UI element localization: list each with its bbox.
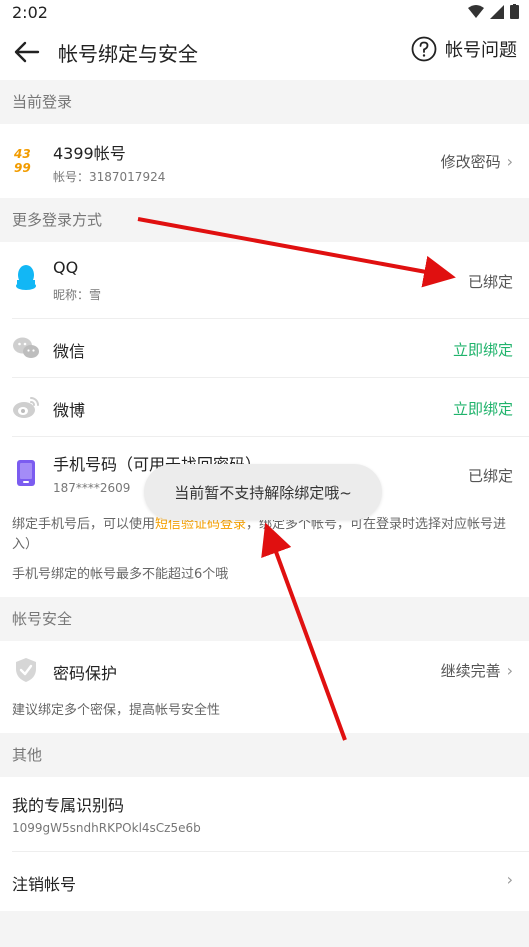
change-password-button[interactable]: 修改密码 › bbox=[441, 151, 513, 172]
login-method-qq[interactable]: QQ 昵称：雪 已绑定 bbox=[0, 242, 529, 318]
phone-number: 187****2609 bbox=[53, 481, 131, 495]
id-code-label: 我的专属识别码 bbox=[12, 796, 125, 815]
phone-icon bbox=[12, 459, 40, 487]
phone-limit-note: 手机号绑定的帐号最多不能超过6个哦 bbox=[12, 567, 229, 582]
continue-improve-button[interactable]: 继续完善 › bbox=[441, 660, 513, 681]
weibo-bind-button[interactable]: 立即绑定 bbox=[453, 398, 513, 419]
id-code-row[interactable]: 我的专属识别码 1099gW5sndhRKPOkl4sCz5e6b bbox=[0, 777, 529, 851]
qq-name: QQ bbox=[53, 258, 79, 277]
status-time: 2:02 bbox=[12, 3, 48, 22]
svg-text:99: 99 bbox=[14, 161, 31, 174]
password-protect-name: 密码保护 bbox=[53, 664, 118, 683]
password-protect-row[interactable]: 密码保护 继续完善 › bbox=[0, 641, 529, 699]
wifi-icon bbox=[468, 4, 484, 18]
weibo-name: 微博 bbox=[53, 401, 86, 420]
qq-icon bbox=[12, 264, 40, 292]
security-note: 建议绑定多个密保，提高帐号安全性 bbox=[12, 703, 221, 718]
section-current-login: 当前登录 bbox=[0, 80, 529, 124]
wechat-icon bbox=[12, 334, 40, 362]
weibo-icon bbox=[12, 393, 40, 421]
app-bar: 帐号绑定与安全 帐号问题 bbox=[0, 24, 529, 80]
status-icons bbox=[468, 4, 519, 19]
status-bar: 2:02 bbox=[0, 0, 529, 24]
note-prefix: 绑定手机号后，可以使用 bbox=[12, 517, 156, 532]
wechat-bind-button[interactable]: 立即绑定 bbox=[453, 339, 513, 360]
phone-binding-note: 绑定手机号后，可以使用短信验证码登录，绑定多个帐号，可在登录时选择对应帐号进入） bbox=[12, 515, 513, 555]
section-more-login: 更多登录方式 bbox=[0, 198, 529, 242]
chevron-right-icon: › bbox=[506, 661, 513, 680]
id-code-value[interactable]: 1099gW5sndhRKPOkl4sCz5e6b bbox=[12, 821, 201, 835]
question-circle-icon bbox=[411, 36, 437, 62]
qq-bound-status: 已绑定 bbox=[467, 273, 513, 291]
battery-icon bbox=[510, 4, 519, 19]
account-help-button[interactable]: 帐号问题 bbox=[411, 36, 517, 62]
change-password-label: 修改密码 bbox=[440, 153, 501, 171]
continue-improve-label: 继续完善 bbox=[440, 662, 501, 680]
section-account-security: 帐号安全 bbox=[0, 597, 529, 641]
chevron-right-icon: › bbox=[506, 870, 513, 889]
page-title: 帐号绑定与安全 bbox=[58, 42, 198, 66]
current-account-row[interactable]: 43 99 4399帐号 帐号：3187017924 修改密码 › bbox=[0, 124, 529, 198]
help-label: 帐号问题 bbox=[445, 40, 517, 61]
toast-message: 当前暂不支持解除绑定哦~ bbox=[144, 464, 382, 520]
cancel-account-row[interactable]: 注销帐号 › bbox=[0, 852, 529, 911]
section-other: 其他 bbox=[0, 733, 529, 777]
back-arrow-icon[interactable] bbox=[12, 38, 40, 66]
shield-check-icon bbox=[12, 656, 40, 684]
svg-text:43: 43 bbox=[13, 147, 31, 161]
login-method-weibo[interactable]: 微博 立即绑定 bbox=[0, 378, 529, 436]
qq-nickname: 昵称：雪 bbox=[53, 288, 102, 302]
login-method-wechat[interactable]: 微信 立即绑定 bbox=[0, 319, 529, 377]
phone-bound-status: 已绑定 bbox=[467, 467, 513, 485]
logo-4399-icon: 43 99 bbox=[12, 146, 40, 174]
cancel-account-label: 注销帐号 bbox=[12, 875, 77, 894]
cellular-icon bbox=[490, 4, 504, 19]
account-number: 帐号：3187017924 bbox=[53, 170, 166, 184]
account-name: 4399帐号 bbox=[53, 144, 126, 163]
wechat-name: 微信 bbox=[53, 342, 86, 361]
chevron-right-icon: › bbox=[506, 152, 513, 171]
